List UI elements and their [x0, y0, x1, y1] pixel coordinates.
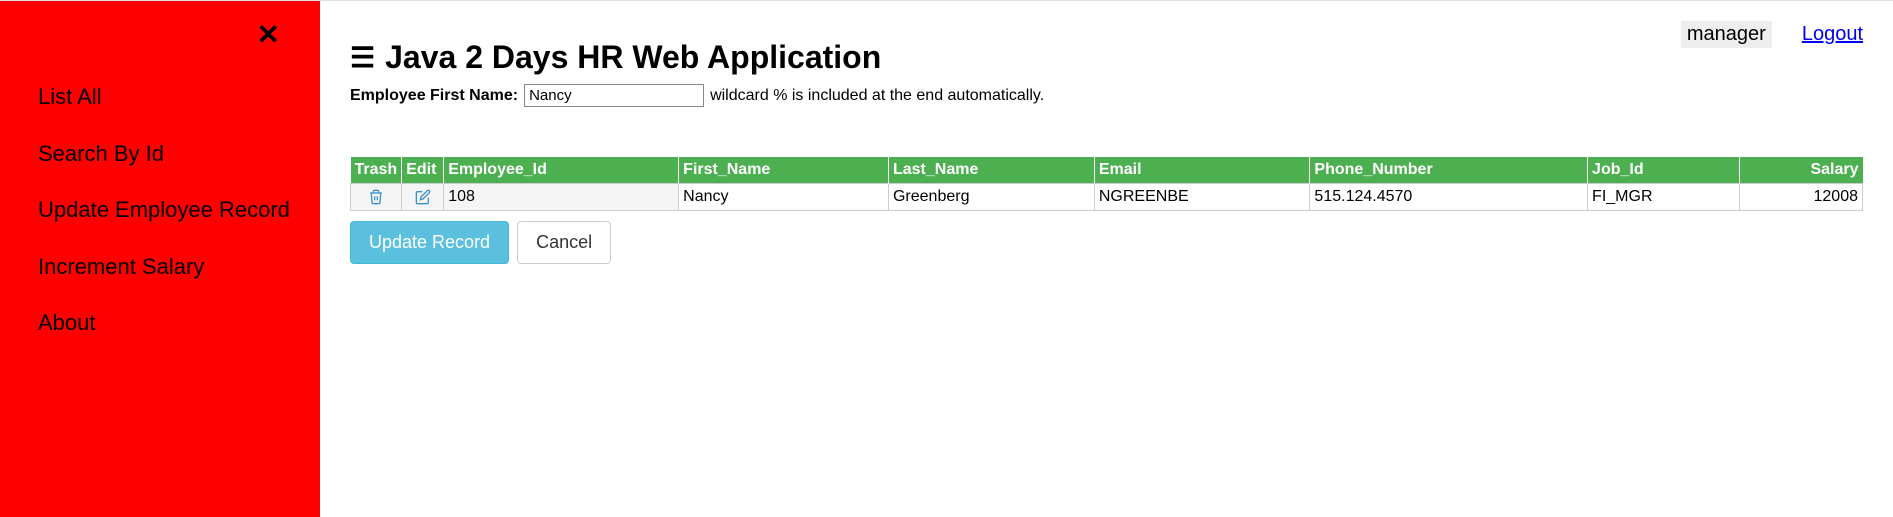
table-header-row: Trash Edit Employee_Id First_Name Last_N…	[351, 157, 1863, 184]
sidebar-item-increment-salary[interactable]: Increment Salary	[38, 239, 320, 296]
main-content: manager Logout ☰ Java 2 Days HR Web Appl…	[320, 1, 1893, 517]
sidebar: ✕ List All Search By Id Update Employee …	[0, 1, 320, 517]
sidebar-item-search-by-id[interactable]: Search By Id	[38, 126, 320, 183]
employee-table: Trash Edit Employee_Id First_Name Last_N…	[350, 157, 1863, 211]
sidebar-item-list-all[interactable]: List All	[38, 69, 320, 126]
col-email: Email	[1094, 157, 1310, 184]
close-icon[interactable]: ✕	[257, 19, 280, 50]
search-label: Employee First Name:	[350, 87, 518, 105]
col-employee-id: Employee_Id	[444, 157, 679, 184]
trash-cell[interactable]	[351, 184, 402, 211]
page-title: Java 2 Days HR Web Application	[385, 39, 881, 76]
cell-last-name: Greenberg	[888, 184, 1094, 211]
cell-employee-id: 108	[444, 184, 679, 211]
logout-link[interactable]: Logout	[1802, 23, 1863, 46]
cell-salary: 12008	[1739, 184, 1862, 211]
col-salary: Salary	[1739, 157, 1862, 184]
trash-icon	[368, 189, 384, 205]
cell-job-id: FI_MGR	[1588, 184, 1740, 211]
cancel-button[interactable]: Cancel	[517, 221, 611, 264]
cell-first-name: Nancy	[679, 184, 889, 211]
table-row: 108 Nancy Greenberg NGREENBE 515.124.457…	[351, 184, 1863, 211]
cell-email: NGREENBE	[1094, 184, 1310, 211]
col-first-name: First_Name	[679, 157, 889, 184]
col-edit: Edit	[402, 157, 444, 184]
edit-icon	[415, 189, 431, 205]
col-trash: Trash	[351, 157, 402, 184]
user-badge: manager	[1681, 21, 1772, 48]
search-input[interactable]	[524, 84, 704, 107]
sidebar-item-update-employee[interactable]: Update Employee Record	[38, 182, 320, 239]
update-record-button[interactable]: Update Record	[350, 221, 509, 264]
col-phone: Phone_Number	[1310, 157, 1588, 184]
sidebar-item-about[interactable]: About	[38, 295, 320, 352]
cell-phone: 515.124.4570	[1310, 184, 1588, 211]
col-last-name: Last_Name	[888, 157, 1094, 184]
search-hint: wildcard % is included at the end automa…	[710, 87, 1044, 105]
col-job-id: Job_Id	[1588, 157, 1740, 184]
hamburger-icon[interactable]: ☰	[350, 41, 375, 74]
edit-cell[interactable]	[402, 184, 444, 211]
